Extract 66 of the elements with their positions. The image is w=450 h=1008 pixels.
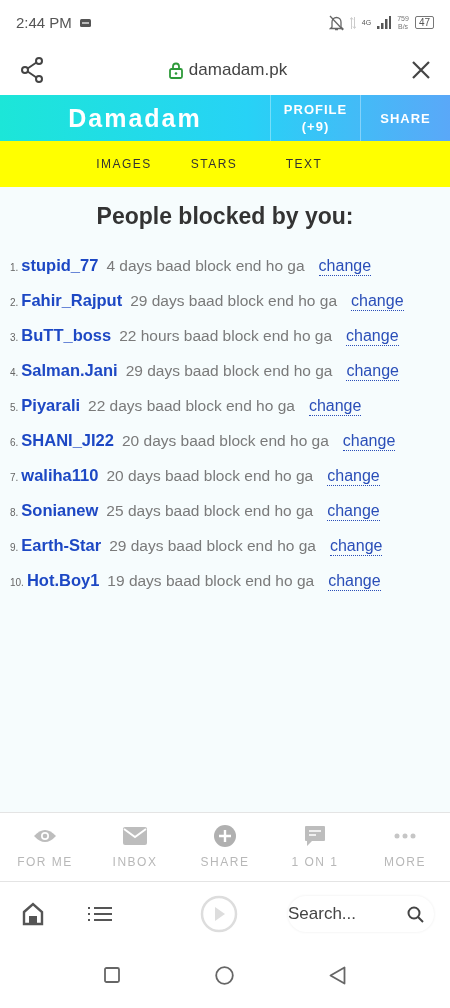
message-icon <box>79 18 91 27</box>
recents-icon[interactable] <box>104 967 120 983</box>
search-icon[interactable] <box>407 906 424 923</box>
username-link[interactable]: Hot.Boy1 <box>26 571 100 590</box>
block-note: 29 days baad block end ho ga <box>130 292 338 310</box>
block-note: 25 days baad block end ho ga <box>106 502 314 520</box>
list-number: 2. <box>10 297 19 308</box>
page-url: damadam.pk <box>188 60 288 80</box>
list-number: 10. <box>10 577 24 588</box>
block-note: 20 days baad block end ho ga <box>122 432 329 450</box>
username-link[interactable]: Sonianew <box>21 501 99 520</box>
change-link[interactable]: change <box>346 327 399 346</box>
block-note: 29 days baad block end ho ga <box>109 537 316 555</box>
nav-link[interactable]: IMAGES <box>79 157 169 171</box>
username-link[interactable]: waliha110 <box>21 466 99 485</box>
change-link[interactable]: change <box>327 502 380 521</box>
block-note: 22 days baad block end ho ga <box>88 397 295 415</box>
username-link[interactable]: stupid_77 <box>21 256 99 275</box>
username-link[interactable]: SHANI_JI22 <box>21 431 114 450</box>
username-link[interactable]: BuTT_boss <box>21 326 112 345</box>
nav-link[interactable]: STARS <box>169 157 259 171</box>
share-icon[interactable] <box>20 57 44 83</box>
block-note: 22 hours baad block end ho ga <box>119 327 333 345</box>
username-link[interactable]: Fahir_Rajput <box>21 291 123 310</box>
username-link[interactable]: Salman.Jani <box>21 361 118 380</box>
change-link[interactable]: change <box>308 397 362 416</box>
username-link[interactable]: Earth-Star <box>21 536 102 555</box>
page-heading: People blocked by you: <box>95 203 355 230</box>
list-icon[interactable] <box>88 906 112 922</box>
back-icon[interactable] <box>329 965 346 985</box>
list-number: 1. <box>10 262 19 273</box>
chat-icon <box>304 825 326 847</box>
change-link[interactable]: change <box>318 257 372 276</box>
block-note: 19 days baad block end ho ga <box>107 572 315 590</box>
username-link[interactable]: Piyarali <box>21 396 81 415</box>
list-number: 7. <box>10 472 19 483</box>
block-note: 29 days baad block end ho ga <box>125 362 333 380</box>
list-number: 3. <box>10 332 19 343</box>
nav-link[interactable]: TEXT <box>259 157 349 171</box>
change-link[interactable]: change <box>351 292 404 311</box>
change-link[interactable]: change <box>327 467 380 486</box>
list-number: 4. <box>10 367 19 378</box>
change-link[interactable]: change <box>328 572 381 591</box>
block-note: 20 days baad block end ho ga <box>106 467 314 485</box>
list-number: 6. <box>10 437 19 448</box>
signal-icon <box>377 16 392 29</box>
status-time: 2:44 PM <box>16 14 72 31</box>
change-link[interactable]: change <box>342 432 396 451</box>
block-note: 4 days baad block end ho ga <box>106 257 305 275</box>
list-number: 5. <box>10 402 19 413</box>
home-button-icon[interactable] <box>215 965 234 985</box>
list-number: 9. <box>10 542 19 553</box>
more-icon <box>394 833 416 839</box>
home-icon[interactable] <box>22 902 44 926</box>
plus-icon <box>214 825 236 847</box>
battery-level: 47 <box>414 16 434 29</box>
close-icon[interactable] <box>412 61 430 79</box>
change-link[interactable]: change <box>329 537 383 556</box>
lock-icon <box>168 61 183 79</box>
list-number: 8. <box>10 507 19 518</box>
data-arrows-icon <box>349 15 356 30</box>
eye-icon <box>33 828 57 844</box>
search-field[interactable]: Search... <box>288 896 434 932</box>
change-link[interactable]: change <box>346 362 399 381</box>
bell-off-icon <box>328 14 344 31</box>
envelope-icon <box>123 827 147 845</box>
